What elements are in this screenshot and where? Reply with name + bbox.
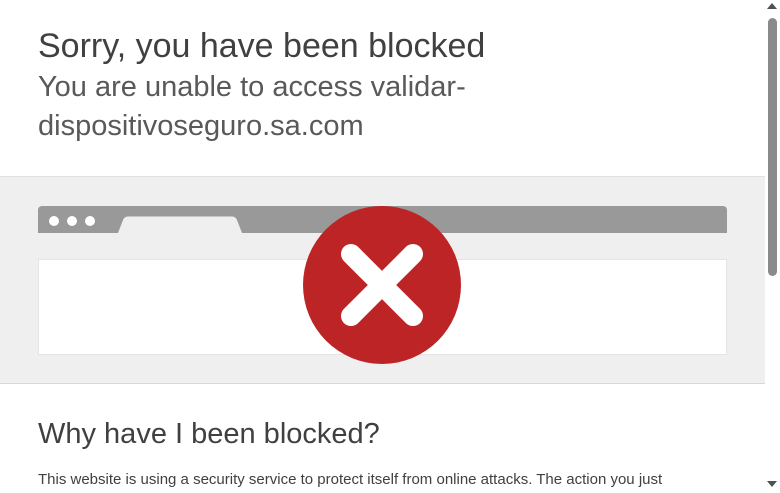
window-dot-icon [67,216,77,226]
why-blocked-text: This website is using a security service… [38,471,663,488]
browser-tab [118,216,242,233]
page-subtitle: You are unable to access validar-disposi… [38,71,466,142]
scroll-down-arrow-icon[interactable] [767,481,777,487]
why-blocked-heading: Why have I been blocked? [38,418,380,450]
window-dot-icon [49,216,59,226]
page-title: Sorry, you have been blocked [38,27,486,65]
illustration-band [0,176,765,384]
vertical-scrollbar[interactable] [765,0,780,493]
scroll-up-arrow-icon[interactable] [767,3,777,9]
blocked-x-icon [303,206,461,364]
window-dot-icon [85,216,95,226]
scrollbar-thumb[interactable] [768,18,777,276]
page: Sorry, you have been blocked You are una… [0,0,765,493]
header: Sorry, you have been blocked You are una… [0,0,765,176]
